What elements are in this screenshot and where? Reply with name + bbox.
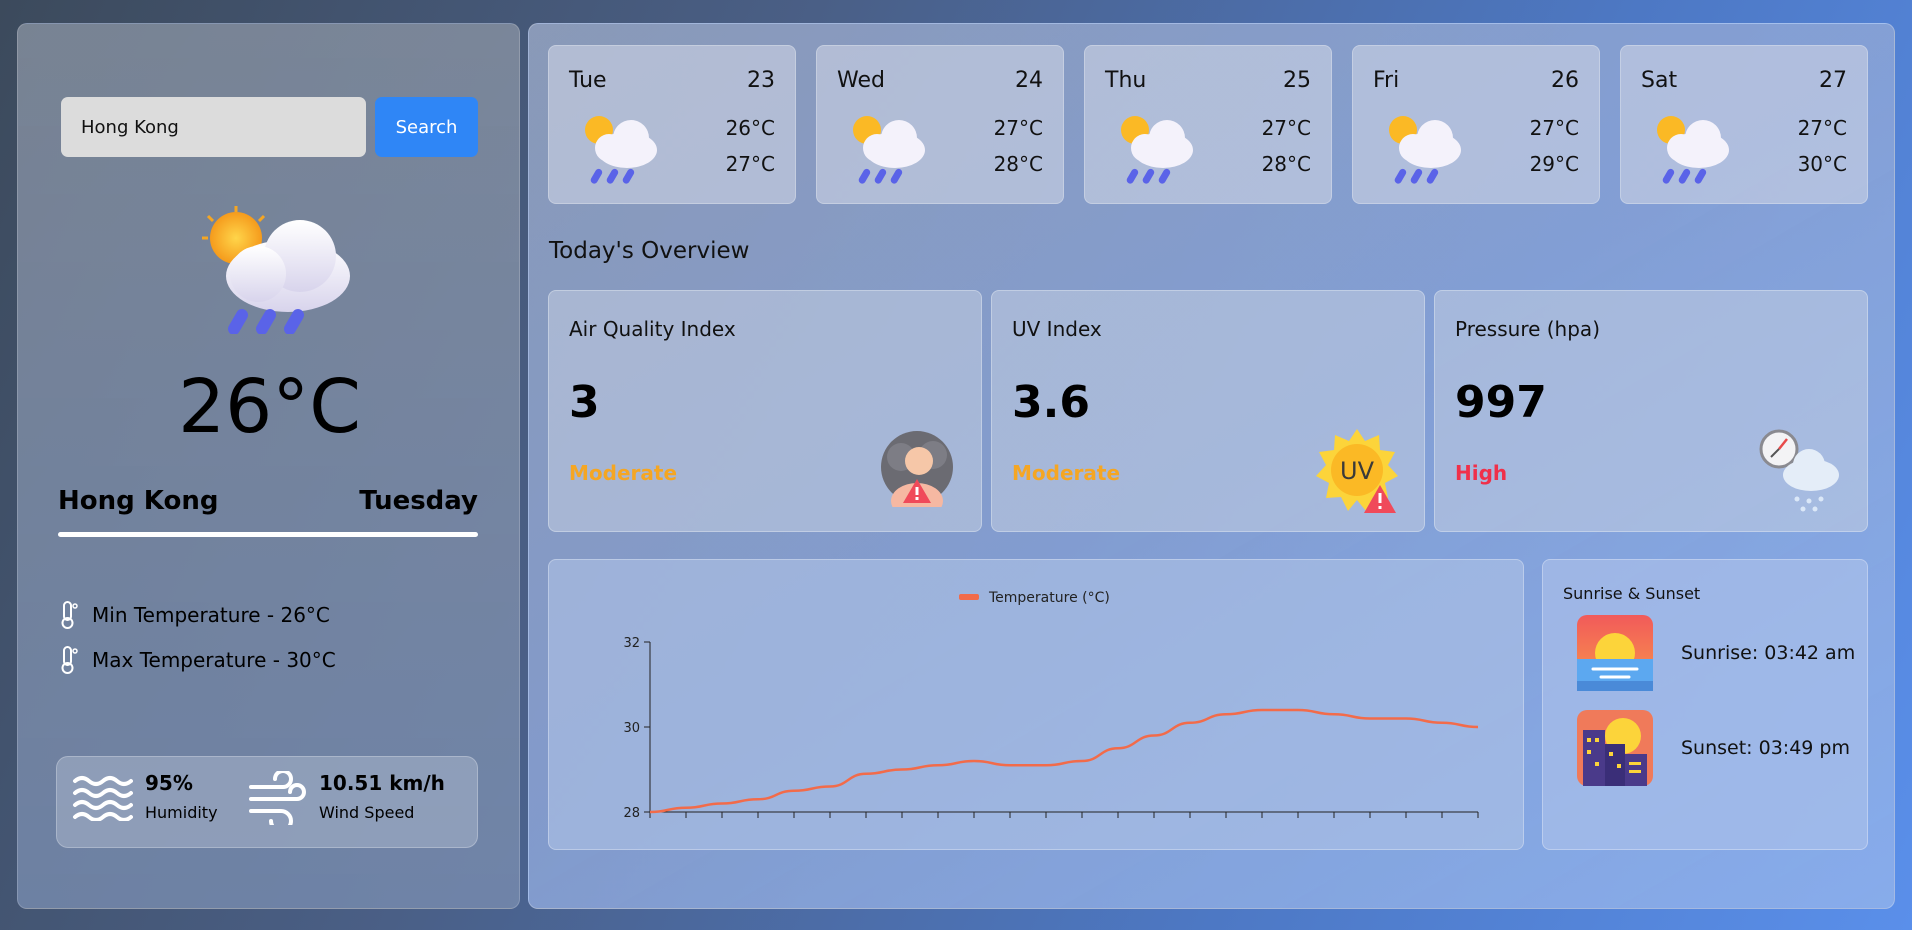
forecast-date: 23 [747,68,775,93]
forecast-min-temp: 27°C [993,116,1043,140]
dashboard-panel: Tue 23 26°C 27°C Wed 24 27°C 28°C Thu 25 27°C 28°C F… [528,23,1895,909]
current-temperature: 26°C [178,364,361,450]
forecast-day: Thu [1105,68,1147,93]
forecast-date: 24 [1015,68,1043,93]
sunrise-icon [1577,615,1653,691]
current-weather-panel: Search 26°C Hong Kong Tuesday [17,23,520,909]
forecast-max-temp: 28°C [993,152,1043,176]
humidity-value: 95% [145,771,193,795]
forecast-card: Wed 24 27°C 28°C [816,45,1064,204]
wind-value: 10.51 km/h [319,771,445,795]
current-day: Tuesday [359,486,478,516]
card-value: 3 [569,377,600,428]
forecast-card: Sat 27 27°C 30°C [1620,45,1868,204]
card-label: Pressure (hpa) [1455,317,1600,341]
max-temperature: Max Temperature - 30°C [92,648,336,672]
forecast-max-temp: 27°C [725,152,775,176]
thermometer-icon [61,601,78,629]
location-day-row: Hong Kong Tuesday [58,486,478,516]
forecast-min-temp: 26°C [725,116,775,140]
uv-warning-icon: UV [1314,427,1400,517]
humidity-stat: 95% Humidity [71,771,218,822]
sun-cloud-rain-icon [1115,112,1195,190]
forecast-day: Sat [1641,68,1678,93]
divider [58,532,478,537]
y-tick-label: 28 [623,806,640,821]
barometer-cloud-icon [1757,427,1843,517]
y-tick-label: 30 [623,721,640,736]
sunrise-sunset-card: Sunrise & Sunset Sunrise: 03:42 am Sunse… [1542,559,1868,850]
sunrise-time: Sunrise: 03:42 am [1681,642,1856,664]
sun-card-title: Sunrise & Sunset [1563,584,1701,603]
temperature-line [649,708,1479,814]
pressure-card: Pressure (hpa) 997 High [1434,290,1868,532]
card-status: Moderate [1012,461,1121,485]
min-temperature: Min Temperature - 26°C [92,603,330,627]
sunset-time: Sunset: 03:49 pm [1681,737,1850,759]
card-value: 997 [1455,377,1547,428]
legend-swatch [959,594,979,600]
forecast-min-temp: 27°C [1529,116,1579,140]
humidity-label: Humidity [145,803,218,822]
thermometer-icon [61,646,78,674]
forecast-date: 26 [1551,68,1579,93]
temperature-chart: Temperature (°C) 28 30 32 [623,590,1479,821]
sunrise-row: Sunrise: 03:42 am [1577,615,1855,691]
forecast-min-temp: 27°C [1797,116,1847,140]
forecast-max-temp: 28°C [1261,152,1311,176]
legend-label: Temperature (°C) [988,590,1110,606]
wind-label: Wind Speed [319,803,415,822]
overview-title: Today's Overview [549,238,750,264]
forecast-date: 25 [1283,68,1311,93]
sun-cloud-rain-icon [198,204,358,338]
wind-stat: 10.51 km/h Wind Speed [247,771,445,825]
search-button[interactable]: Search [375,97,478,157]
forecast-card: Tue 23 26°C 27°C [548,45,796,204]
uv-index-card: UV Index 3.6 Moderate UV [991,290,1425,532]
card-value: 3.6 [1012,377,1090,428]
forecast-day: Fri [1373,68,1400,93]
card-status: High [1455,461,1508,485]
card-label: Air Quality Index [569,317,736,341]
sunset-city-icon [1577,710,1653,786]
forecast-card: Fri 26 27°C 29°C [1352,45,1600,204]
forecast-max-temp: 30°C [1797,152,1847,176]
sun-cloud-rain-icon [847,112,927,190]
max-temp-row: Max Temperature - 30°C [58,645,336,675]
forecast-min-temp: 27°C [1261,116,1311,140]
location-name: Hong Kong [58,486,219,516]
forecast-day: Tue [569,68,607,93]
humidity-waves-icon [73,776,133,821]
forecast-card: Thu 25 27°C 28°C [1084,45,1332,204]
card-status: Moderate [569,461,678,485]
sun-cloud-rain-icon [1651,112,1731,190]
sun-cloud-rain-icon [579,112,659,190]
forecast-max-temp: 29°C [1529,152,1579,176]
wind-icon [249,771,306,825]
humidity-wind-box: 95% Humidity 10.51 km/h Wind Speed [56,756,478,848]
svg-text:UV: UV [1340,457,1375,485]
forecast-day: Wed [837,68,885,93]
sunset-row: Sunset: 03:49 pm [1577,710,1850,786]
forecast-date: 27 [1819,68,1847,93]
y-tick-label: 32 [623,636,640,651]
sun-cloud-rain-icon [1383,112,1463,190]
temperature-chart-card: Temperature (°C) 28 30 32 [548,559,1524,850]
air-quality-warning-icon [877,427,957,519]
card-label: UV Index [1012,317,1102,341]
search-input[interactable] [61,97,366,157]
min-temp-row: Min Temperature - 26°C [58,600,330,630]
air-quality-card: Air Quality Index 3 Moderate [548,290,982,532]
